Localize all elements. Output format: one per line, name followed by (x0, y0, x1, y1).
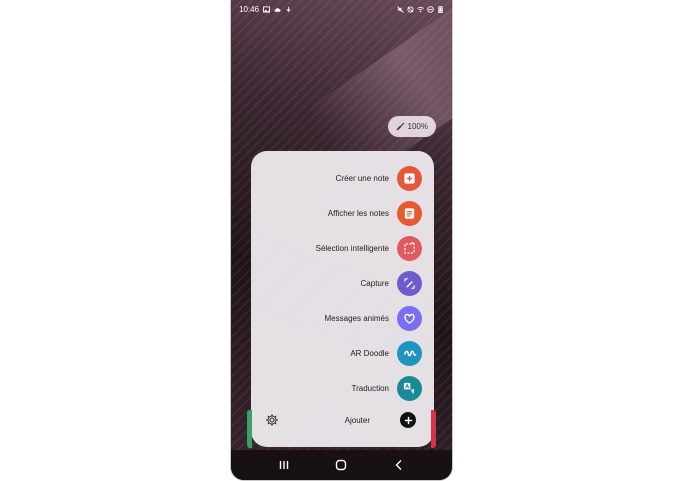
pen-icon (396, 122, 405, 131)
navigation-bar (231, 450, 452, 480)
mute-icon (397, 5, 404, 13)
menu-item-label: Capture (360, 278, 389, 288)
live-message-icon (397, 305, 422, 331)
status-time: 10:46 (239, 4, 260, 14)
menu-item-view-notes[interactable]: Afficher les notes (328, 199, 422, 227)
wifi-icon (417, 6, 424, 12)
back-button[interactable] (388, 454, 410, 476)
menu-item-ar-doodle[interactable]: AR Doodle (350, 339, 422, 367)
battery-icon (438, 5, 443, 13)
menu-item-live-message[interactable]: Messages animés (325, 304, 422, 332)
smart-select-icon (397, 235, 422, 261)
home-icon (336, 459, 347, 471)
cloud-icon (274, 7, 281, 12)
no-alarm-icon (407, 5, 414, 13)
translate-icon (397, 375, 422, 401)
create-note-icon (397, 165, 422, 191)
back-icon (395, 460, 402, 470)
add-shortcut-button[interactable]: Ajouter (345, 412, 416, 428)
dnd-icon (427, 5, 434, 13)
gear-icon (266, 414, 278, 426)
menu-item-label: Sélection intelligente (315, 243, 389, 253)
menu-item-label: AR Doodle (350, 348, 389, 358)
download-icon (286, 6, 291, 12)
air-command-panel: Créer une note Afficher les notes Sélect… (251, 151, 434, 447)
recent-apps-button[interactable] (273, 454, 295, 476)
menu-item-smart-select[interactable]: Sélection intelligente (316, 234, 422, 262)
screen-write-icon (397, 270, 422, 296)
pen-battery-indicator: 100% (387, 116, 436, 137)
menu-item-label: Traduction (351, 383, 390, 393)
menu-item-create-note[interactable]: Créer une note (336, 164, 422, 192)
edge-handle-right[interactable] (431, 410, 436, 448)
settings-button[interactable] (265, 413, 281, 429)
menu-item-label: Créer une note (335, 173, 389, 183)
view-notes-icon (397, 200, 422, 226)
edge-handle-left[interactable] (247, 410, 252, 448)
menu-item-capture[interactable]: Capture (361, 269, 422, 297)
recent-apps-icon (279, 461, 289, 469)
add-label: Ajouter (344, 415, 370, 425)
ar-doodle-icon (397, 340, 422, 366)
home-button[interactable] (330, 454, 352, 476)
plus-icon (400, 412, 416, 428)
menu-item-translate[interactable]: Traduction (351, 374, 422, 402)
menu-item-label: Messages animés (324, 313, 389, 323)
status-bar: 10:46 (231, 0, 452, 18)
phone-screen: 10:46 100% Créer une note Afficher les n… (230, 0, 453, 481)
pen-battery-value: 100% (407, 122, 428, 131)
menu-item-label: Afficher les notes (327, 208, 389, 218)
image-icon (263, 5, 271, 13)
